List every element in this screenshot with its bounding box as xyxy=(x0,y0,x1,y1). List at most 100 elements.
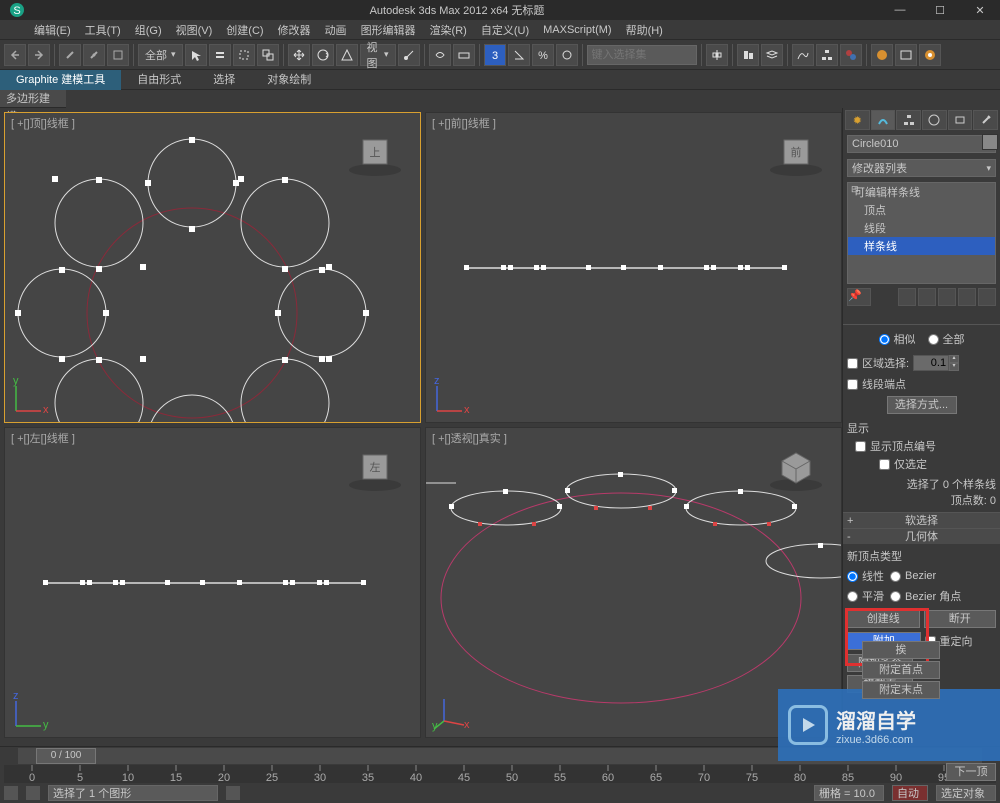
mirror-button[interactable] xyxy=(706,44,728,66)
rotate-button[interactable] xyxy=(312,44,334,66)
tab-freeform[interactable]: 自由形式 xyxy=(121,70,197,90)
scale-button[interactable] xyxy=(336,44,358,66)
modifier-stack[interactable]: ⊟可编辑样条线 顶点 线段 样条线 xyxy=(847,182,996,284)
radio-linear[interactable]: 线性 xyxy=(847,568,884,584)
window-crossing-button[interactable] xyxy=(257,44,279,66)
stack-btn-1[interactable] xyxy=(898,288,916,306)
script-listener-icon[interactable] xyxy=(4,786,18,800)
segment-end-check[interactable]: 线段端点 xyxy=(847,376,996,392)
manipulate-button[interactable] xyxy=(429,44,451,66)
render-button[interactable] xyxy=(919,44,941,66)
stack-spline[interactable]: 样条线 xyxy=(848,237,995,255)
lock-selection-icon[interactable] xyxy=(226,786,240,800)
viewport-perspective-label[interactable]: [ +[]透视[]真实 ] xyxy=(432,430,507,446)
modifier-list-dropdown[interactable]: 修改器列表 xyxy=(847,159,996,177)
snap-toggle-button[interactable]: 3 xyxy=(484,44,506,66)
menu-group[interactable]: 组(G) xyxy=(135,22,162,38)
select-button[interactable] xyxy=(185,44,207,66)
only-selected-check[interactable]: 仅选定 xyxy=(879,456,996,472)
hidden-btn-2[interactable]: 附定首点 xyxy=(862,661,940,679)
pin-stack-button[interactable]: 📌 xyxy=(847,288,871,306)
select-method-button[interactable]: 选择方式... xyxy=(887,396,957,414)
menu-view[interactable]: 视图(V) xyxy=(176,22,213,38)
select-region-button[interactable] xyxy=(233,44,255,66)
viewport-top-label[interactable]: [ +[]顶[]线框 ] xyxy=(11,115,75,131)
hidden-btn-3[interactable]: 附定末点 xyxy=(862,681,940,699)
angle-snap-button[interactable] xyxy=(508,44,530,66)
object-color-swatch[interactable] xyxy=(982,134,998,150)
viewcube-icon[interactable]: 左 xyxy=(345,443,405,493)
selection-scope-dropdown[interactable]: 全部 xyxy=(138,44,183,66)
menu-modifier[interactable]: 修改器 xyxy=(278,22,311,38)
radio-similar[interactable]: 相似 xyxy=(879,331,916,347)
link-button[interactable] xyxy=(59,44,81,66)
hidden-btn-1[interactable]: 挨 xyxy=(862,641,940,659)
menu-grapheditor[interactable]: 图形编辑器 xyxy=(361,22,416,38)
stack-btn-4[interactable] xyxy=(958,288,976,306)
tab-graphite[interactable]: Graphite 建模工具 xyxy=(0,70,121,90)
stack-btn-3[interactable] xyxy=(938,288,956,306)
maximize-button[interactable]: ☐ xyxy=(920,0,960,20)
spinner-snap-button[interactable] xyxy=(556,44,578,66)
viewport-left-label[interactable]: [ +[]左[]线框 ] xyxy=(11,430,75,446)
region-select-check[interactable]: 区域选择: xyxy=(847,355,909,371)
configure-sets-button[interactable] xyxy=(978,288,996,306)
rollout-soft-select[interactable]: +软选择 xyxy=(843,512,1000,528)
radio-smooth[interactable]: 平滑 xyxy=(847,588,884,604)
tab-selection[interactable]: 选择 xyxy=(197,70,251,90)
close-button[interactable]: ✕ xyxy=(960,0,1000,20)
region-select-spinner[interactable]: ▴▾ xyxy=(913,355,959,371)
percent-snap-button[interactable]: % xyxy=(532,44,554,66)
stack-vertex[interactable]: 顶点 xyxy=(848,201,995,219)
unlink-button[interactable] xyxy=(83,44,105,66)
undo-button[interactable] xyxy=(4,44,26,66)
create-panel-tab[interactable]: ✹ xyxy=(845,110,870,130)
motion-panel-tab[interactable] xyxy=(922,110,947,130)
layers-button[interactable] xyxy=(761,44,783,66)
menu-tools[interactable]: 工具(T) xyxy=(85,22,121,38)
viewport-front[interactable]: [ +[]前[]线框 ] 前 zx xyxy=(425,112,842,423)
refcoord-dropdown[interactable]: 视图 xyxy=(360,44,396,66)
rollout-geometry[interactable]: -几何体 xyxy=(843,528,1000,544)
show-vertex-number-check[interactable]: 显示顶点编号 xyxy=(855,438,996,454)
menu-render[interactable]: 渲染(R) xyxy=(430,22,467,38)
align-button[interactable] xyxy=(737,44,759,66)
app-logo[interactable]: S xyxy=(0,0,34,20)
keyboard-shortcut-button[interactable] xyxy=(453,44,475,66)
render-frame-button[interactable] xyxy=(895,44,917,66)
tab-objectpaint[interactable]: 对象绘制 xyxy=(251,70,327,90)
menu-help[interactable]: 帮助(H) xyxy=(626,22,663,38)
viewcube-icon[interactable]: 前 xyxy=(766,128,826,178)
viewport-left[interactable]: [ +[]左[]线框 ] 左 zy xyxy=(4,427,421,738)
keyfilter-dropdown[interactable]: 选定对象 xyxy=(936,785,996,801)
schematic-button[interactable] xyxy=(816,44,838,66)
nav-next-button[interactable]: 下一顶 xyxy=(946,763,996,781)
stack-segment[interactable]: 线段 xyxy=(848,219,995,237)
redo-button[interactable] xyxy=(28,44,50,66)
hierarchy-panel-tab[interactable] xyxy=(896,110,921,130)
menu-edit[interactable]: 编辑(E) xyxy=(34,22,71,38)
named-selection-input[interactable] xyxy=(587,45,697,65)
pivot-button[interactable] xyxy=(398,44,420,66)
viewport-front-label[interactable]: [ +[]前[]线框 ] xyxy=(432,115,496,131)
menu-maxscript[interactable]: MAXScript(M) xyxy=(543,24,611,36)
render-setup-button[interactable] xyxy=(871,44,893,66)
create-line-button[interactable]: 创建线 xyxy=(847,610,920,628)
menu-animation[interactable]: 动画 xyxy=(325,22,347,38)
radio-bezier[interactable]: Bezier xyxy=(890,568,936,584)
select-by-name-button[interactable] xyxy=(209,44,231,66)
object-name-input[interactable] xyxy=(847,135,996,153)
bind-button[interactable] xyxy=(107,44,129,66)
move-button[interactable] xyxy=(288,44,310,66)
menu-create[interactable]: 创建(C) xyxy=(226,22,263,38)
material-editor-button[interactable] xyxy=(840,44,862,66)
display-panel-tab[interactable] xyxy=(948,110,973,130)
auto-key-button[interactable]: 自动 xyxy=(892,785,928,801)
modify-panel-tab[interactable] xyxy=(871,110,896,130)
break-button[interactable]: 断开 xyxy=(924,610,997,628)
ribbon-polymodel[interactable]: 多边形建模 xyxy=(0,90,66,108)
time-slider-knob[interactable]: 0 / 100 xyxy=(36,748,96,764)
utilities-panel-tab[interactable] xyxy=(973,110,998,130)
viewcube-icon[interactable] xyxy=(766,443,826,493)
track-bar[interactable]: 05101520253035404550556065707580859095 xyxy=(4,765,996,783)
